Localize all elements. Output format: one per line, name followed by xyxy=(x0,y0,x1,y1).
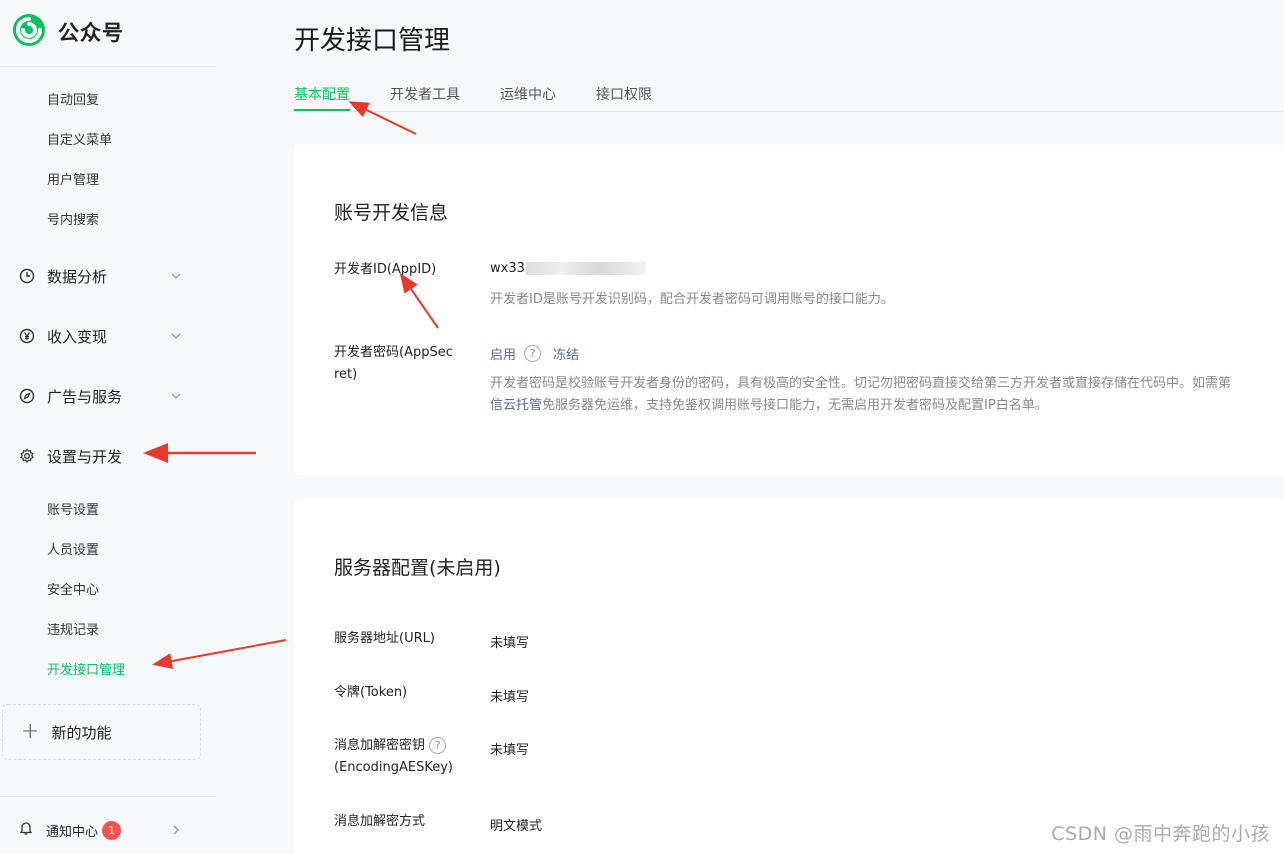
appsecret-label: 开发者密码(AppSec ret) xyxy=(334,342,474,386)
appsecret-actions: 启用 ? 冻结 xyxy=(490,344,579,363)
watermark: CSDN @雨中奔跑的小孩 xyxy=(1051,823,1270,845)
section-title: 账号开发信息 xyxy=(334,202,449,224)
group-label: 收入变现 xyxy=(47,327,108,346)
tab-developer-tools[interactable]: 开发者工具 xyxy=(390,84,460,104)
appid-label: 开发者ID(AppID) xyxy=(334,262,437,277)
compass-icon xyxy=(18,387,36,405)
section-title: 服务器配置(未启用) xyxy=(334,557,501,579)
token-value: 未填写 xyxy=(490,690,530,705)
group-label: 数据分析 xyxy=(47,267,108,286)
chevron-right-icon xyxy=(173,825,179,835)
chevron-down-icon xyxy=(171,333,181,339)
sidebar-group-ads-services[interactable]: 广告与服务 xyxy=(18,384,188,408)
server-url-value: 未填写 xyxy=(490,636,530,651)
appsecret-desc-line1: 开发者密码是校验账号开发者身份的密码，具有极高的安全性。切记勿把密码直接交给第三… xyxy=(490,376,1232,391)
encryption-mode-label: 消息加解密方式 xyxy=(334,814,426,829)
bell-icon xyxy=(18,820,34,840)
tab-ops-center[interactable]: 运维中心 xyxy=(500,84,556,104)
notification-label: 通知中心 xyxy=(46,824,99,840)
sidebar-item-search[interactable]: 号内搜索 xyxy=(47,209,99,228)
sidebar-item-security-center[interactable]: 安全中心 xyxy=(47,579,99,598)
tab-bar: 基本配置 开发者工具 运维中心 接口权限 xyxy=(294,84,1284,112)
chevron-down-icon xyxy=(171,273,181,279)
aes-key-label-line2: (EncodingAESKey) xyxy=(334,760,453,775)
token-label: 令牌(Token) xyxy=(334,685,408,700)
clock-icon xyxy=(18,267,36,285)
wechat-logo-icon xyxy=(12,13,46,51)
sidebar-group-data-analysis[interactable]: 数据分析 xyxy=(18,264,188,288)
sidebar-item-violation-records[interactable]: 违规记录 xyxy=(47,619,99,638)
tab-basic-config[interactable]: 基本配置 xyxy=(294,84,350,104)
server-url-label: 服务器地址(URL) xyxy=(334,631,435,646)
appsecret-label-line1: 开发者密码(AppSec xyxy=(334,345,453,360)
aes-key-label-line1: 消息加解密密钥 ? xyxy=(334,735,474,757)
page-title: 开发接口管理 xyxy=(294,26,451,56)
sidebar-item-auto-reply[interactable]: 自动回复 xyxy=(47,89,99,108)
freeze-link[interactable]: 冻结 xyxy=(553,344,579,363)
aes-key-value: 未填写 xyxy=(490,743,530,758)
appsecret-desc-line2: 信云托管免服务器免运维，支持免鉴权调用账号接口能力，无需启用开发者密码及配置IP… xyxy=(490,395,1231,417)
brand-name: 公众号 xyxy=(58,21,124,45)
aes-key-label: 消息加解密密钥 ? (EncodingAESKey) xyxy=(334,735,474,779)
enable-link[interactable]: 启用 xyxy=(490,344,516,363)
divider xyxy=(0,796,216,797)
plus-icon: + xyxy=(21,719,40,744)
appsecret-description: 开发者密码是校验账号开发者身份的密码，具有极高的安全性。切记勿把密码直接交给第三… xyxy=(490,373,1231,417)
sidebar-item-user-management[interactable]: 用户管理 xyxy=(47,169,99,188)
sidebar-group-settings-dev[interactable]: 设置与开发 xyxy=(18,444,188,468)
encryption-mode-value: 明文模式 xyxy=(490,819,543,834)
notification-badge: 1 xyxy=(102,820,122,840)
new-feature-button[interactable]: + 新的功能 xyxy=(2,704,201,760)
group-label: 设置与开发 xyxy=(47,447,123,466)
divider xyxy=(0,66,216,67)
appid-value: wx33 xyxy=(490,261,646,276)
new-feature-label: 新的功能 xyxy=(51,723,112,742)
tab-api-permissions[interactable]: 接口权限 xyxy=(596,84,652,104)
group-label: 广告与服务 xyxy=(47,387,123,406)
sidebar-item-staff-settings[interactable]: 人员设置 xyxy=(47,539,99,558)
appsecret-desc-tail: 免服务器免运维，支持免鉴权调用账号接口能力，无需启用开发者密码及配置IP白名单。 xyxy=(542,398,1048,413)
sidebar-item-dev-api-management[interactable]: 开发接口管理 xyxy=(47,659,125,678)
appid-text: wx33 xyxy=(490,261,525,276)
appsecret-label-line2: ret) xyxy=(334,367,358,382)
sidebar-group-monetization[interactable]: 收入变现 xyxy=(18,324,188,348)
active-tab-indicator xyxy=(294,109,350,111)
account-info-card: 账号开发信息 开发者ID(AppID) wx33 开发者ID是账号开发识别码，配… xyxy=(294,145,1284,475)
help-icon[interactable]: ? xyxy=(429,737,447,754)
server-config-card: 服务器配置(未启用) 服务器地址(URL) 未填写 令牌(Token) 未填写 … xyxy=(294,498,1284,854)
cloud-hosting-link[interactable]: 信云托管 xyxy=(490,398,542,413)
sidebar-item-account-settings[interactable]: 账号设置 xyxy=(47,499,99,518)
chevron-down-icon xyxy=(171,393,181,399)
sidebar: 公众号 自动回复 自定义菜单 用户管理 号内搜索 数据分析 收入变现 广告与服务… xyxy=(0,0,216,854)
notification-center[interactable]: 通知中心 1 xyxy=(18,818,188,842)
brand[interactable]: 公众号 xyxy=(12,14,124,50)
sidebar-item-custom-menu[interactable]: 自定义菜单 xyxy=(47,129,112,148)
redacted-bar xyxy=(525,262,646,275)
aes-key-label-text: 消息加解密密钥 xyxy=(334,738,426,753)
gear-icon xyxy=(18,447,36,465)
help-icon[interactable]: ? xyxy=(524,345,542,362)
appid-description: 开发者ID是账号开发识别码，配合开发者密码可调用账号的接口能力。 xyxy=(490,292,894,307)
yen-icon xyxy=(18,327,36,345)
